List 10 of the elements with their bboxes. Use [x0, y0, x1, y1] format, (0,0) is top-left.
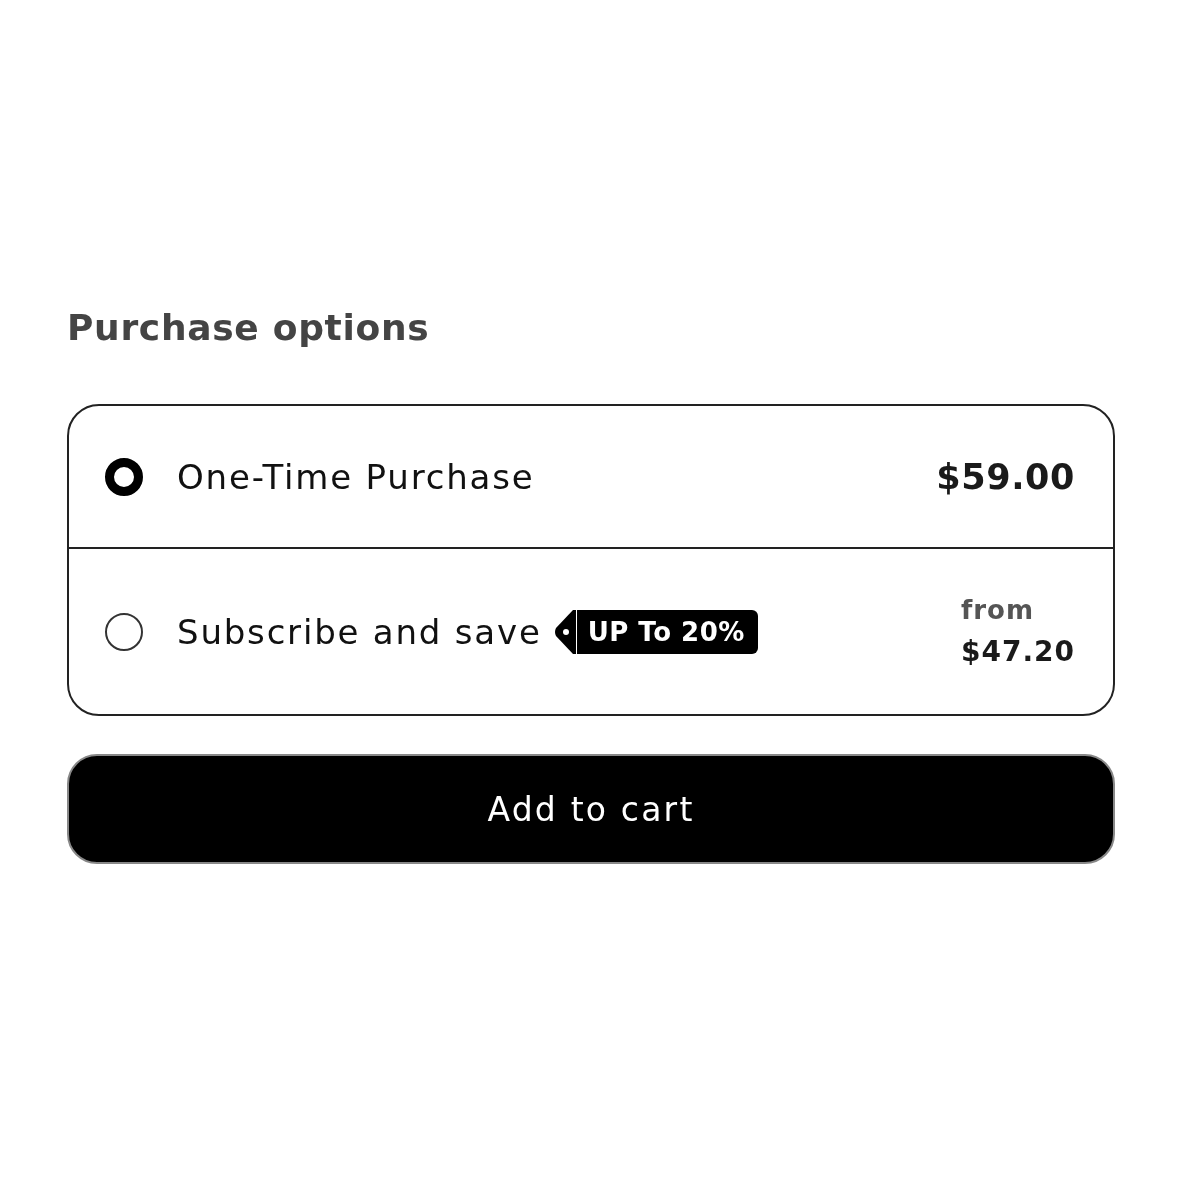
radio-button[interactable]: [105, 457, 143, 496]
price: $47.20: [960, 635, 1075, 668]
section-heading: Purchase options: [67, 306, 430, 350]
option-label: One-Time Purchase: [177, 456, 535, 497]
price: $59.00: [936, 456, 1075, 497]
price-prefix: from: [960, 595, 1036, 625]
option-label: Subscribe and save: [177, 611, 542, 652]
radio-button[interactable]: [105, 612, 143, 651]
tag-point-icon: [553, 609, 576, 654]
add-to-cart-button[interactable]: Add to cart: [67, 754, 1115, 864]
